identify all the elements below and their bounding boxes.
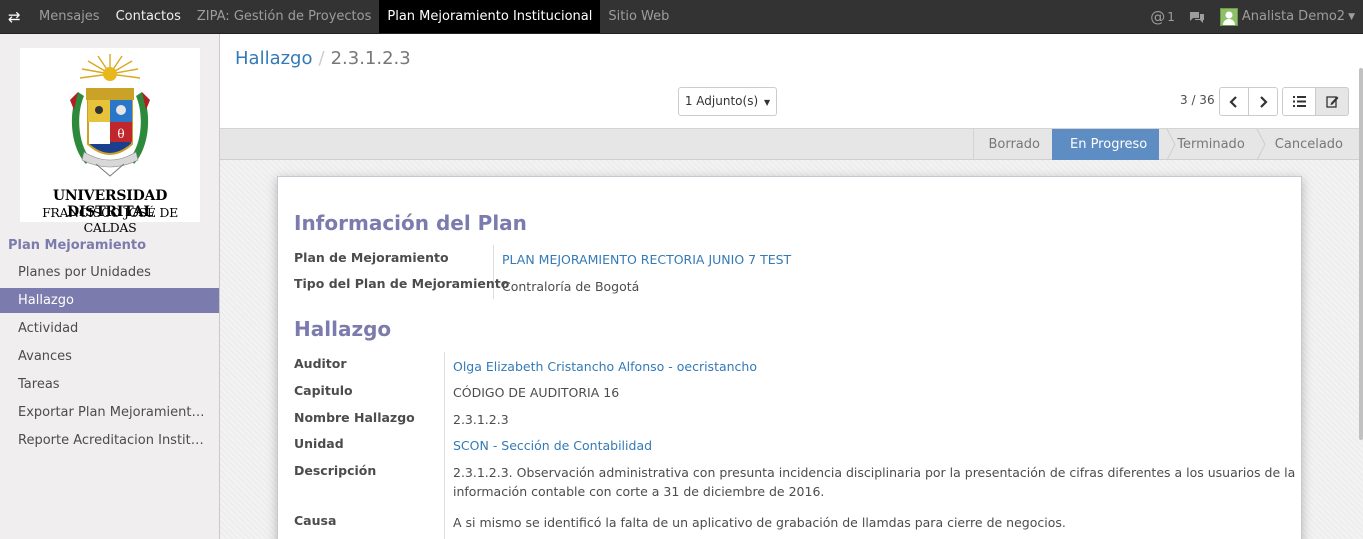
menu-sitio-web[interactable]: Sitio Web xyxy=(600,0,677,33)
university-logo: θ UNIVERSIDAD DISTRITAL FRANCISCO JOSÉ D… xyxy=(20,48,200,235)
plan-label: Plan de Mejoramiento xyxy=(294,250,449,265)
tipo-label: Tipo del Plan de Mejoramiento xyxy=(294,276,510,291)
nombre-hallazgo-label: Nombre Hallazgo xyxy=(294,410,415,425)
breadcrumb-separator: / xyxy=(318,48,325,69)
avatar[interactable] xyxy=(1219,7,1238,26)
nombre-hallazgo-value: 2.3.1.2.3 xyxy=(453,412,509,427)
list-view-button[interactable] xyxy=(1282,87,1316,116)
form-sheet: Información del Plan Plan de Mejoramient… xyxy=(277,176,1302,539)
breadcrumb-current: 2.3.1.2.3 xyxy=(330,48,411,69)
user-name[interactable]: Analista Demo2 xyxy=(1242,9,1345,24)
main-content: Hallazgo/2.3.1.2.3 1 Adjunto(s) ▼ 3 / 36… xyxy=(220,34,1363,539)
chevron-right-icon xyxy=(1260,95,1268,108)
menu-mensajes[interactable]: Mensajes xyxy=(31,0,108,33)
sidebar-item-actividad[interactable]: Actividad xyxy=(0,316,219,341)
user-area: @ 1 Analista Demo2 ▼ xyxy=(1150,0,1363,33)
coat-of-arms-icon: θ xyxy=(70,54,150,177)
pager-previous-button[interactable] xyxy=(1219,87,1249,116)
status-bar: Borrado En Progreso Terminado Cancelado xyxy=(220,128,1363,160)
pager-next-button[interactable] xyxy=(1248,87,1278,116)
sidebar-item-avances[interactable]: Avances xyxy=(0,344,219,369)
auditor-label: Auditor xyxy=(294,356,347,371)
unidad-value-link[interactable]: SCON - Sección de Contabilidad xyxy=(453,438,652,453)
menu-plan-mejoramiento[interactable]: Plan Mejoramiento Institucional xyxy=(379,0,601,33)
breadcrumb-parent[interactable]: Hallazgo xyxy=(235,48,312,69)
plan-value-link[interactable]: PLAN MEJORAMIENTO RECTORIA JUNIO 7 TEST xyxy=(502,252,791,267)
breadcrumb: Hallazgo /2.3.1.2.3 xyxy=(235,48,411,69)
sidebar-item-tareas[interactable]: Tareas xyxy=(0,372,219,397)
tipo-value: Contraloría de Bogotá xyxy=(502,279,640,294)
chevron-down-icon[interactable]: ▼ xyxy=(1348,12,1355,22)
descripcion-line-1: 2.3.1.2.3. Observación administrativa co… xyxy=(453,465,1296,480)
attachments-label: 1 Adjunto(s) xyxy=(684,94,759,108)
chevron-down-icon: ▼ xyxy=(763,98,771,107)
menu-zipa[interactable]: ZIPA: Gestión de Proyectos xyxy=(189,0,379,33)
descripcion-label: Descripción xyxy=(294,463,377,478)
attachments-dropdown[interactable]: 1 Adjunto(s) ▼ xyxy=(678,87,777,116)
sidebar: θ UNIVERSIDAD DISTRITAL FRANCISCO JOSÉ D… xyxy=(0,34,220,539)
status-cancelado[interactable]: Cancelado xyxy=(1257,129,1355,160)
section-title-hallazgo: Hallazgo xyxy=(294,317,392,341)
chevron-left-icon xyxy=(1229,95,1237,108)
causa-label: Causa xyxy=(294,513,337,528)
status-steps: Borrado En Progreso Terminado Cancelado xyxy=(973,129,1355,160)
status-en-progreso[interactable]: En Progreso xyxy=(1051,129,1160,160)
mention-count[interactable]: 1 xyxy=(1167,10,1175,24)
form-view-button[interactable] xyxy=(1315,87,1349,116)
list-icon xyxy=(1292,96,1306,107)
scrollbar[interactable] xyxy=(1359,68,1363,440)
app-switcher-icon[interactable]: ⇄ xyxy=(8,9,24,25)
menu-contactos[interactable]: Contactos xyxy=(108,0,189,33)
sidebar-item-reporte[interactable]: Reporte Acreditacion Instit… xyxy=(0,428,219,453)
university-name-line2: FRANCISCO JOSÉ DE CALDAS xyxy=(42,205,178,235)
field-divider xyxy=(444,352,445,539)
mention-icon[interactable]: @ xyxy=(1150,8,1165,26)
capitulo-value: CÓDIGO DE AUDITORIA 16 xyxy=(453,385,620,400)
sidebar-item-planes-por-unidades[interactable]: Planes por Unidades xyxy=(0,260,219,285)
status-terminado[interactable]: Terminado xyxy=(1159,129,1257,160)
descripcion-line-2: información contable con corte a 31 de d… xyxy=(453,484,825,499)
top-navbar: ⇄ Mensajes Contactos ZIPA: Gestión de Pr… xyxy=(0,0,1363,34)
section-title-informacion: Información del Plan xyxy=(294,211,527,235)
chat-icon[interactable] xyxy=(1189,11,1205,23)
pager-counter[interactable]: 3 / 36 xyxy=(1180,93,1215,107)
sidebar-item-exportar[interactable]: Exportar Plan Mejoramient… xyxy=(0,400,219,425)
unidad-label: Unidad xyxy=(294,436,344,451)
sidebar-section-title: Plan Mejoramiento xyxy=(8,238,147,253)
status-borrado[interactable]: Borrado xyxy=(973,129,1052,160)
edit-icon xyxy=(1325,96,1338,108)
svg-text:θ: θ xyxy=(117,127,124,141)
causa-value: A si mismo se identificó la falta de un … xyxy=(453,515,1066,530)
sidebar-item-hallazgo[interactable]: Hallazgo xyxy=(0,288,219,313)
capitulo-label: Capitulo xyxy=(294,383,353,398)
top-menu: Mensajes Contactos ZIPA: Gestión de Proy… xyxy=(31,0,677,33)
auditor-value-link[interactable]: Olga Elizabeth Cristancho Alfonso - oecr… xyxy=(453,359,757,374)
